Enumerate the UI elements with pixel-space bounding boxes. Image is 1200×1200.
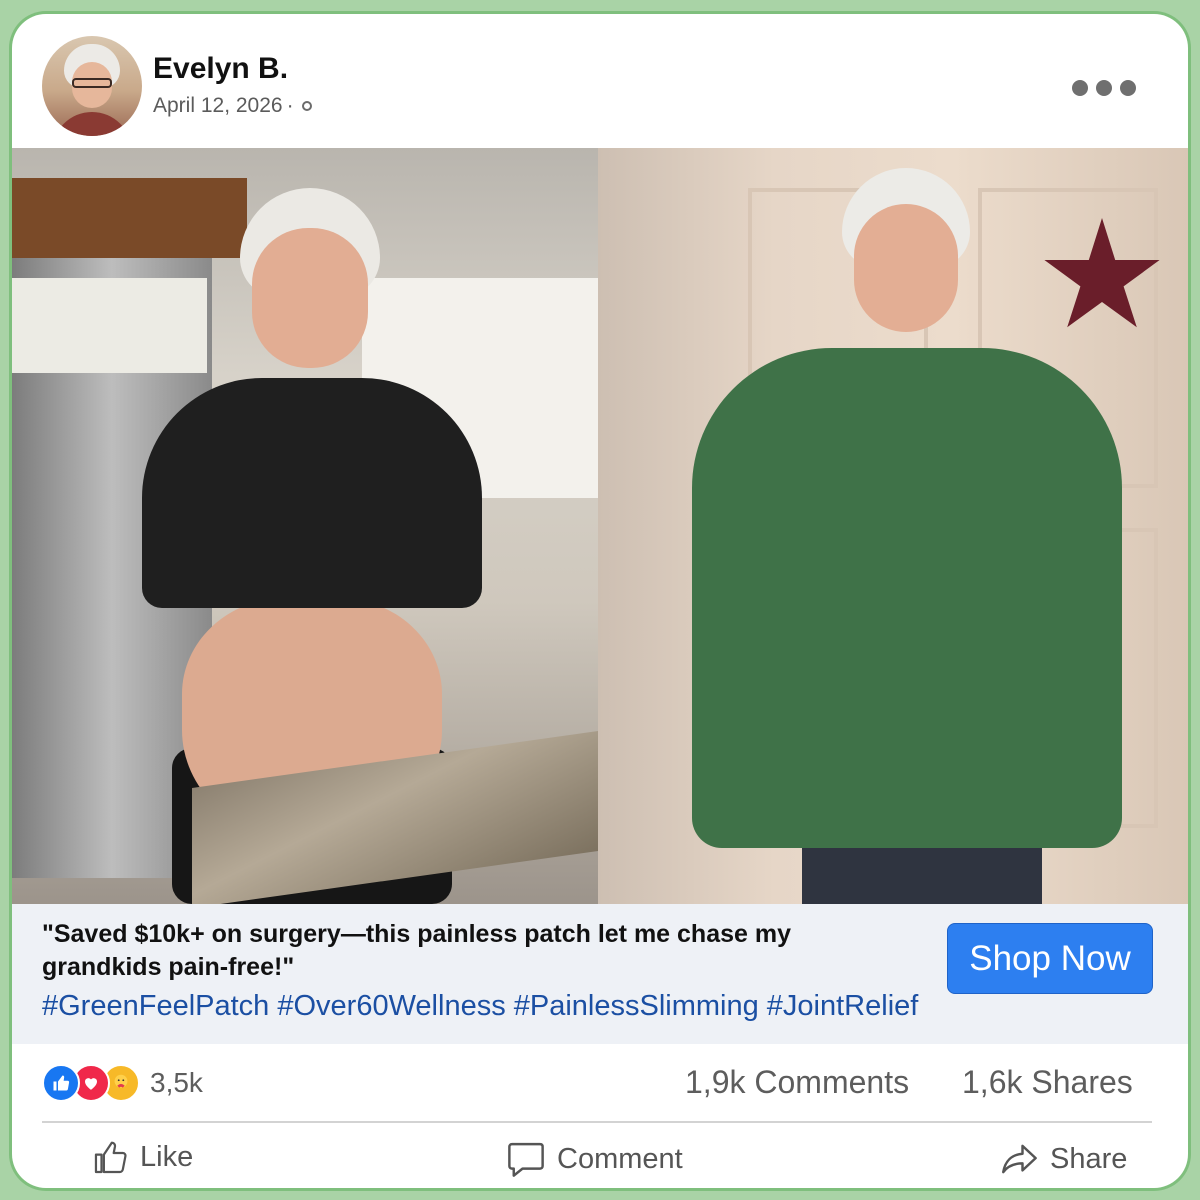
shop-now-button[interactable]: Shop Now: [947, 923, 1153, 994]
before-photo: [12, 148, 598, 904]
post-date-text: April 12, 2026: [153, 94, 283, 117]
like-label: Like: [140, 1140, 194, 1173]
comment-button[interactable]: Comment: [505, 1138, 683, 1180]
testimonial-quote: "Saved $10k+ on surgery—this painless pa…: [42, 920, 791, 981]
speech-bubble-icon: [508, 1142, 544, 1177]
share-arrow-icon: [1002, 1144, 1037, 1174]
comment-label: Comment: [557, 1142, 683, 1175]
like-button[interactable]: Like: [92, 1138, 193, 1176]
thumbs-up-icon: [94, 1141, 127, 1174]
like-reaction-icon: [42, 1064, 80, 1102]
post-header: Evelyn B. April 12, 2026 ·: [12, 14, 1188, 148]
hashtags[interactable]: #GreenFeelPatch #Over60Wellness #Painles…: [42, 990, 918, 1023]
avatar[interactable]: [42, 36, 142, 136]
engagement-stats: 3,5k 1,9k Comments 1,6k Shares: [12, 1044, 1188, 1124]
date-separator: ·: [286, 94, 294, 117]
share-button[interactable]: Share: [998, 1138, 1127, 1180]
more-options-icon[interactable]: [1072, 80, 1136, 96]
author-name[interactable]: Evelyn B.: [153, 52, 288, 86]
before-after-photo[interactable]: [12, 148, 1188, 904]
share-label: Share: [1050, 1142, 1128, 1175]
reactions-summary[interactable]: 3,5k: [42, 1064, 203, 1102]
globe-icon: [301, 101, 312, 111]
divider: [42, 1121, 1152, 1123]
reaction-count: 3,5k: [150, 1067, 203, 1098]
post-date: April 12, 2026 ·: [153, 94, 312, 118]
comments-count[interactable]: 1,9k Comments: [685, 1064, 909, 1101]
shares-count[interactable]: 1,6k Shares: [962, 1064, 1133, 1101]
post-caption: "Saved $10k+ on surgery—this painless pa…: [12, 904, 1188, 1044]
social-post-card: Evelyn B. April 12, 2026 · "Saved $10k+ …: [12, 14, 1188, 1188]
post-actions: Like Comment Share: [12, 1124, 1188, 1188]
